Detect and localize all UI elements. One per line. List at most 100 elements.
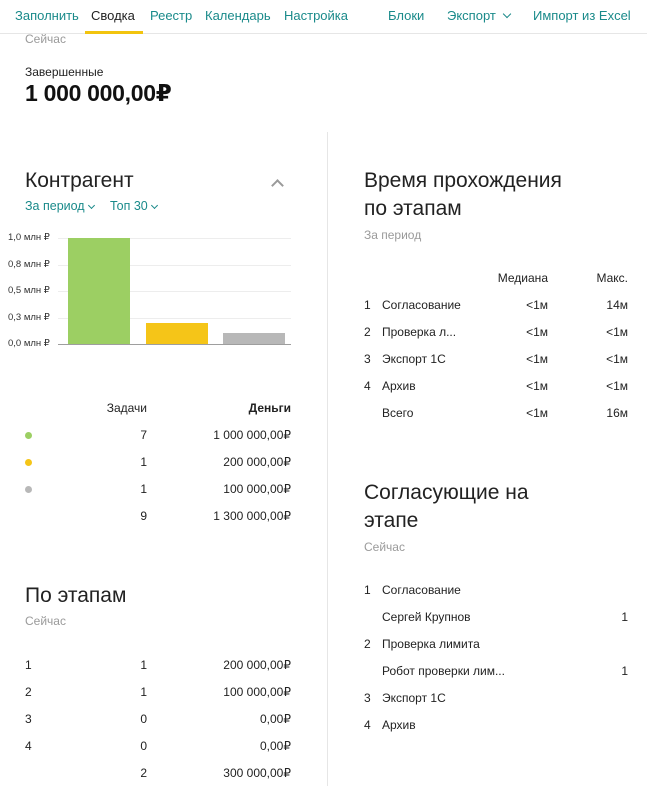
row-tasks: 7 bbox=[140, 428, 147, 442]
col-money-header: Деньги bbox=[248, 401, 291, 415]
approver-stage-name: Согласование bbox=[382, 583, 461, 597]
counterparty-title: Контрагент bbox=[25, 169, 134, 192]
top-nav: Заполнить Сводка Реестр Календарь Настро… bbox=[0, 0, 647, 34]
stage-number: 2 bbox=[25, 685, 32, 699]
approver-stage-name: Проверка лимита bbox=[382, 637, 480, 651]
stage-count: 0 bbox=[140, 712, 147, 726]
approver-stage-number: 1 bbox=[364, 583, 371, 597]
filter-top-label: Топ 30 bbox=[110, 199, 148, 213]
time-median: <1м bbox=[526, 298, 548, 312]
filter-period[interactable]: За период bbox=[25, 199, 95, 213]
approver-name: Робот проверки лим... bbox=[382, 664, 505, 678]
filter-top[interactable]: Топ 30 bbox=[110, 199, 158, 213]
nav-active-indicator bbox=[85, 31, 143, 34]
col-median-header: Медиана bbox=[497, 271, 548, 285]
time-stage-number: 4 bbox=[364, 379, 371, 393]
approver-stage-name: Архив bbox=[382, 718, 416, 732]
time-total-max: 16м bbox=[606, 406, 628, 420]
chevron-down-icon bbox=[502, 9, 512, 19]
row-tasks: 1 bbox=[140, 455, 147, 469]
stage-count: 1 bbox=[140, 685, 147, 699]
time-median: <1м bbox=[526, 352, 548, 366]
time-title-line2: по этапам bbox=[364, 197, 462, 220]
time-median: <1м bbox=[526, 379, 548, 393]
approvers-title-line2: этапе bbox=[364, 509, 419, 532]
counterparty-total-tasks: 9 bbox=[140, 509, 147, 523]
time-max: <1м bbox=[606, 325, 628, 339]
stage-money: 0,00₽ bbox=[260, 712, 291, 726]
stages-total-money: 300 000,00₽ bbox=[223, 766, 291, 780]
approvers-timeframe: Сейчас bbox=[364, 540, 405, 554]
stage-number: 4 bbox=[25, 739, 32, 753]
completed-value: 1 000 000,00₽ bbox=[25, 80, 172, 106]
y-tick-label: 0,0 млн ₽ bbox=[8, 338, 50, 349]
x-axis-line bbox=[58, 344, 291, 345]
nav-registry[interactable]: Реестр bbox=[150, 8, 192, 23]
y-tick-label: 0,5 млн ₽ bbox=[8, 285, 50, 296]
legend-dot bbox=[25, 432, 32, 439]
nav-summary[interactable]: Сводка bbox=[91, 8, 135, 23]
counterparty-total-money: 1 300 000,00₽ bbox=[213, 509, 291, 523]
summary-timeframe: Сейчас bbox=[25, 32, 66, 46]
time-stage-name: Согласование bbox=[382, 298, 461, 312]
time-stage-number: 1 bbox=[364, 298, 371, 312]
stage-money: 100 000,00₽ bbox=[223, 685, 291, 699]
legend-dot bbox=[25, 486, 32, 493]
y-tick-label: 1,0 млн ₽ bbox=[8, 232, 50, 243]
time-median: <1м bbox=[526, 325, 548, 339]
nav-fill[interactable]: Заполнить bbox=[15, 8, 79, 23]
legend-dot bbox=[25, 459, 32, 466]
approver-count: 1 bbox=[621, 610, 628, 624]
approver-stage-number: 3 bbox=[364, 691, 371, 705]
row-money: 1 000 000,00₽ bbox=[213, 428, 291, 442]
stages-total-count: 2 bbox=[140, 766, 147, 780]
chevron-up-icon bbox=[271, 179, 284, 192]
nav-settings[interactable]: Настройка bbox=[284, 8, 348, 23]
completed-label: Завершенные bbox=[25, 65, 104, 79]
col-tasks-header: Задачи bbox=[106, 401, 147, 415]
time-timeframe: За период bbox=[364, 228, 422, 242]
stages-title: По этапам bbox=[25, 584, 127, 607]
approver-stage-name: Экспорт 1С bbox=[382, 691, 446, 705]
col-max-header: Макс. bbox=[596, 271, 628, 285]
stages-timeframe: Сейчас bbox=[25, 614, 66, 628]
approver-count: 1 bbox=[621, 664, 628, 678]
time-stage-name: Проверка л... bbox=[382, 325, 457, 339]
approver-stage-number: 2 bbox=[364, 637, 371, 651]
time-max: 14м bbox=[606, 298, 628, 312]
stage-count: 1 bbox=[140, 658, 147, 672]
stage-count: 0 bbox=[140, 739, 147, 753]
time-max: <1м bbox=[606, 352, 628, 366]
y-tick-label: 0,8 млн ₽ bbox=[8, 258, 50, 270]
chart-bar[interactable] bbox=[68, 238, 130, 344]
chevron-down-icon bbox=[150, 201, 158, 210]
chart-bar[interactable] bbox=[223, 333, 285, 344]
stage-money: 200 000,00₽ bbox=[223, 658, 291, 672]
time-total-name: Всего bbox=[382, 406, 414, 420]
collapse-button[interactable] bbox=[270, 176, 286, 192]
nav-calendar[interactable]: Календарь bbox=[205, 8, 271, 23]
time-title-line1: Время прохождения bbox=[364, 169, 562, 192]
stage-money: 0,00₽ bbox=[260, 739, 291, 753]
row-money: 100 000,00₽ bbox=[223, 482, 291, 496]
nav-export-label: Экспорт bbox=[447, 8, 496, 23]
time-total-median: <1м bbox=[526, 406, 548, 420]
time-stage-name: Архив bbox=[382, 379, 416, 393]
nav-blocks[interactable]: Блоки bbox=[388, 8, 424, 23]
approver-stage-number: 4 bbox=[364, 718, 371, 732]
nav-export[interactable]: Экспорт bbox=[447, 8, 512, 23]
time-stage-number: 3 bbox=[364, 352, 371, 366]
chart-bar[interactable] bbox=[146, 322, 208, 344]
chevron-down-icon bbox=[87, 201, 95, 210]
nav-import-excel[interactable]: Импорт из Excel bbox=[533, 8, 631, 23]
filter-period-label: За период bbox=[25, 199, 85, 213]
column-divider bbox=[327, 132, 328, 786]
approver-name: Сергей Крупнов bbox=[382, 610, 471, 624]
approvers-title-line1: Согласующие на bbox=[364, 481, 529, 504]
stage-number: 1 bbox=[25, 658, 32, 672]
time-stage-name: Экспорт 1С bbox=[382, 352, 446, 366]
row-money: 200 000,00₽ bbox=[223, 455, 291, 469]
stage-number: 3 bbox=[25, 712, 32, 726]
time-stage-number: 2 bbox=[364, 325, 371, 339]
time-max: <1м bbox=[606, 379, 628, 393]
